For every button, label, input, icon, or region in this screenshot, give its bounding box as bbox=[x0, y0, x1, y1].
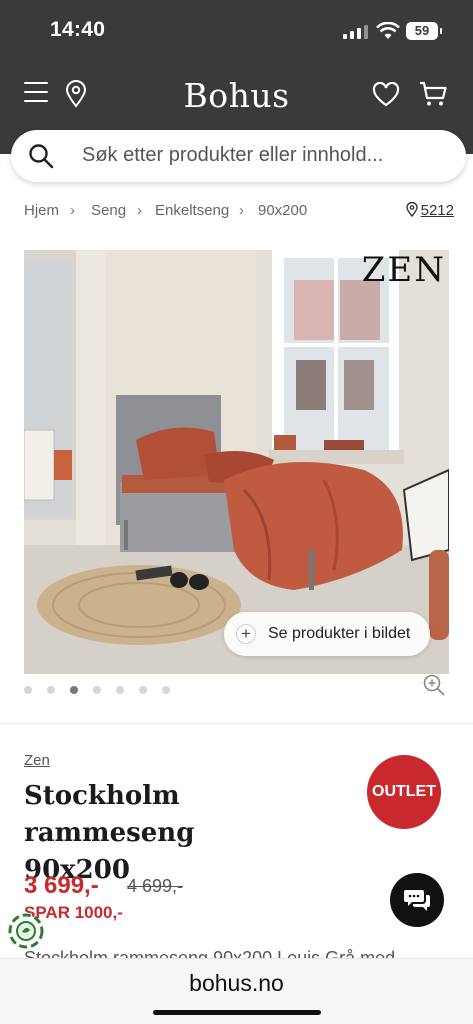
chevron-right-icon: › bbox=[137, 202, 142, 219]
eco-badge-icon[interactable] bbox=[8, 913, 44, 949]
cellular-signal-icon bbox=[343, 24, 369, 39]
breadcrumb-enkeltseng[interactable]: Enkeltseng bbox=[155, 202, 229, 219]
chat-button[interactable] bbox=[390, 873, 444, 927]
heart-icon[interactable] bbox=[372, 82, 400, 108]
browser-url[interactable]: bohus.no bbox=[0, 970, 473, 997]
chevron-right-icon: › bbox=[239, 202, 244, 219]
chevron-right-icon: › bbox=[70, 202, 75, 219]
current-price: 3 699,- bbox=[24, 872, 99, 899]
shop-the-look-label: Se produkter i bildet bbox=[268, 625, 411, 642]
breadcrumb-seng[interactable]: Seng bbox=[91, 202, 126, 219]
brand-watermark: ZEN bbox=[361, 250, 446, 290]
site-logo[interactable]: Bohus bbox=[0, 76, 473, 115]
browser-url-bar[interactable]: bohus.no bbox=[0, 958, 473, 1024]
section-divider bbox=[0, 722, 473, 725]
store-selector[interactable]: 5212 bbox=[405, 201, 454, 219]
cart-icon[interactable] bbox=[418, 80, 448, 108]
product-image[interactable]: ZEN + Se produkter i bildet bbox=[24, 250, 449, 674]
bedroom-photo bbox=[24, 250, 449, 674]
search-input[interactable]: Søk etter produkter eller innhold... bbox=[11, 130, 466, 182]
home-indicator bbox=[153, 1010, 321, 1015]
plus-icon: + bbox=[236, 624, 256, 644]
status-time: 14:40 bbox=[50, 18, 106, 41]
gallery-dot[interactable] bbox=[162, 686, 170, 694]
product-title-line-1: Stockholm rammeseng bbox=[24, 781, 195, 848]
search-placeholder: Søk etter produkter eller innhold... bbox=[82, 144, 384, 166]
zoom-icon[interactable] bbox=[422, 673, 446, 697]
gallery-dot[interactable] bbox=[24, 686, 32, 694]
breadcrumb-home[interactable]: Hjem bbox=[24, 202, 59, 219]
old-price: 4 699,- bbox=[127, 876, 184, 896]
breadcrumb: Hjem › Seng › Enkeltseng › 90x200 5212 bbox=[24, 201, 454, 224]
gallery-dot[interactable] bbox=[139, 686, 147, 694]
breadcrumb-current: 90x200 bbox=[258, 202, 308, 219]
wifi-icon bbox=[376, 22, 400, 39]
battery-icon: 59 bbox=[406, 22, 442, 40]
status-bar: 14:40 59 bbox=[0, 0, 473, 62]
store-number: 5212 bbox=[420, 202, 454, 219]
site-header: Bohus bbox=[0, 62, 473, 128]
chat-bubbles-icon bbox=[404, 890, 430, 911]
gallery-dot[interactable] bbox=[47, 686, 55, 694]
gallery-dot-active[interactable] bbox=[70, 686, 78, 694]
product-brand-link[interactable]: Zen bbox=[24, 752, 50, 769]
shop-the-look-button[interactable]: + Se produkter i bildet bbox=[224, 612, 430, 656]
outlet-badge: OUTLET bbox=[367, 755, 441, 829]
search-icon bbox=[29, 144, 54, 169]
gallery-dot[interactable] bbox=[93, 686, 101, 694]
gallery-dot[interactable] bbox=[116, 686, 124, 694]
map-pin-icon bbox=[405, 201, 418, 218]
